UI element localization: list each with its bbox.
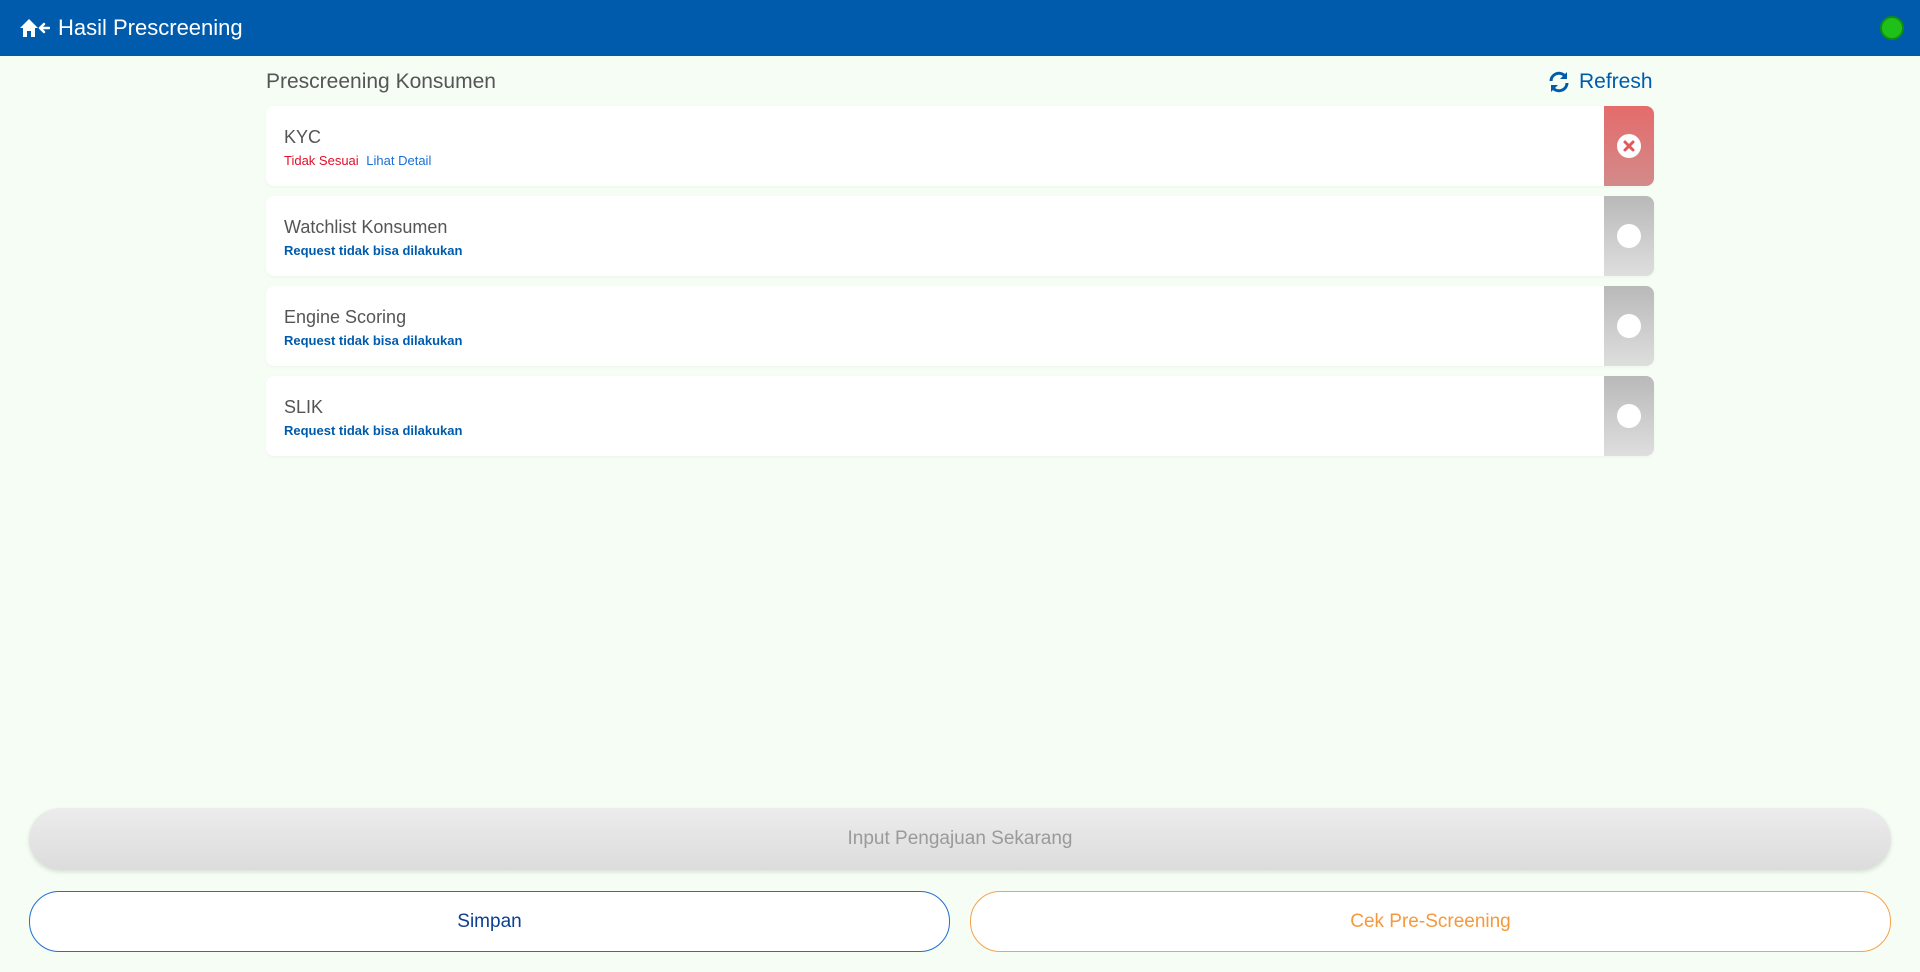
input-application-button[interactable]: Input Pengajuan Sekarang [29, 808, 1891, 870]
item-name: SLIK [284, 397, 324, 417]
section-title: Prescreening Konsumen [266, 70, 496, 93]
refresh-label: Refresh [1579, 70, 1653, 93]
connection-status-indicator [1880, 16, 1904, 40]
item-state-indicator [1604, 196, 1654, 276]
refresh-button[interactable]: Refresh [1547, 68, 1653, 96]
save-button[interactable]: Simpan [29, 891, 950, 952]
item-status-text: Request tidak bisa dilakukan [284, 423, 463, 438]
item-state-indicator [1604, 106, 1654, 186]
prescreen-item-engine-scoring[interactable]: Engine Scoring Request tidak bisa dilaku… [266, 286, 1654, 366]
page-title: Hasil Prescreening [58, 15, 243, 40]
check-prescreening-button[interactable]: Cek Pre-Screening [970, 891, 1891, 952]
refresh-icon [1549, 71, 1569, 93]
item-name: KYC [284, 127, 322, 147]
circle-icon [1617, 404, 1641, 428]
prescreen-item-kyc[interactable]: KYC Tidak Sesuai Lihat Detail [266, 106, 1654, 186]
item-status: Tidak Sesuai Lihat Detail [284, 153, 431, 169]
item-state-indicator [1604, 286, 1654, 366]
item-status-text: Request tidak bisa dilakukan [284, 243, 463, 258]
item-name: Engine Scoring [284, 307, 407, 327]
circle-icon [1617, 224, 1641, 248]
item-name: Watchlist Konsumen [284, 217, 448, 237]
item-status-text: Request tidak bisa dilakukan [284, 333, 463, 348]
close-icon [1617, 134, 1641, 158]
top-bar: Hasil Prescreening [0, 0, 1920, 56]
item-state-indicator [1604, 376, 1654, 456]
item-status-text: Tidak Sesuai [284, 153, 359, 168]
prescreen-item-slik[interactable]: SLIK Request tidak bisa dilakukan [266, 376, 1654, 456]
prescreen-item-watchlist[interactable]: Watchlist Konsumen Request tidak bisa di… [266, 196, 1654, 276]
circle-icon [1617, 314, 1641, 338]
view-detail-link[interactable]: Lihat Detail [366, 153, 431, 168]
home-back-icon[interactable] [18, 16, 51, 40]
